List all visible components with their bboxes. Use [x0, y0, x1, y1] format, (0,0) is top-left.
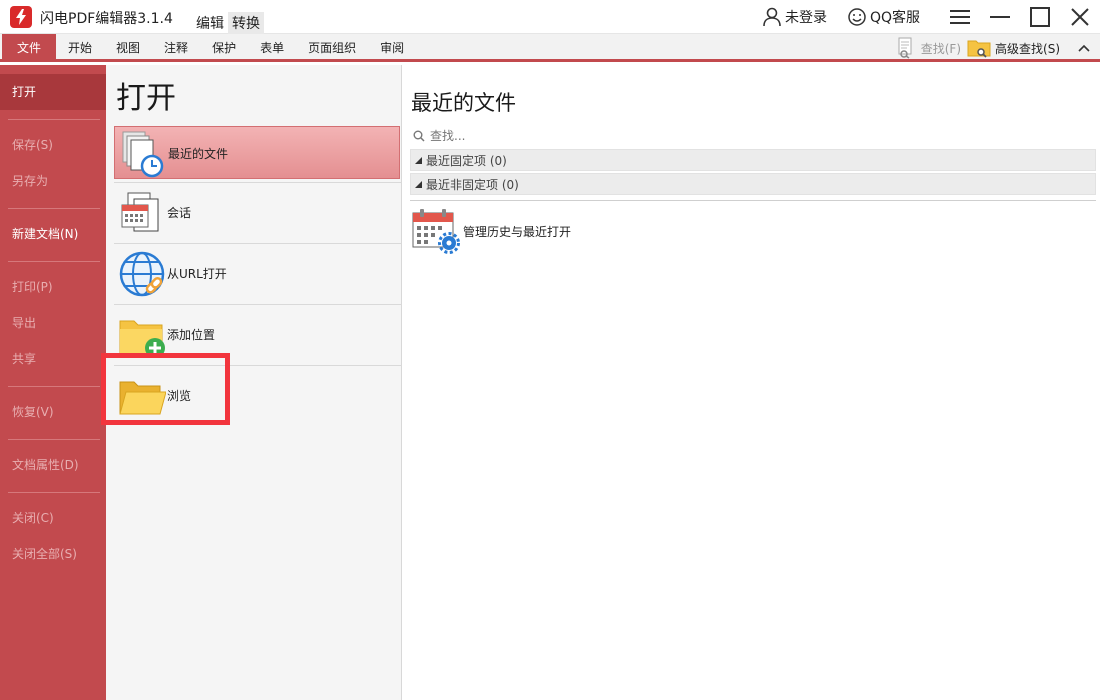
sidebar-item-export[interactable]: 导出 [0, 305, 106, 341]
find-label: 查找(F) [920, 41, 962, 56]
menu-page-organize[interactable]: 页面组织 [296, 34, 368, 62]
sidebar-divider [8, 261, 100, 262]
user-icon [763, 7, 781, 27]
minimize-icon [990, 16, 1010, 18]
manage-history-button[interactable]: 管理历史与最近打开 [411, 207, 611, 255]
open-item-recent-files[interactable]: 最近的文件 [114, 126, 400, 179]
search-icon [413, 130, 425, 142]
hamburger-icon [950, 10, 970, 24]
recent-files-panel: 最近的文件 最近固定项 (0) 最近非固定项 (0) 管理历史与最近打开 [403, 65, 1100, 700]
sidebar-item-restore[interactable]: 恢复(V) [0, 394, 106, 430]
sidebar-item-open[interactable]: 打开 [0, 74, 106, 110]
open-divider [114, 304, 402, 305]
globe-link-icon [119, 251, 165, 297]
session-calendar-icon [121, 192, 159, 232]
chevron-up-icon [1078, 44, 1090, 52]
sidebar-item-close-all[interactable]: 关闭全部(S) [0, 536, 106, 572]
calendar-settings-icon [412, 209, 460, 254]
file-sidebar: 打开 保存(S) 另存为 新建文档(N) 打印(P) 导出 共享 恢复(V) 文… [0, 65, 106, 700]
advanced-find-button[interactable]: 高级查找(S) [967, 37, 1060, 59]
login-button[interactable]: 未登录 [762, 7, 827, 27]
open-item-label: 添加位置 [167, 328, 216, 342]
advanced-find-label: 高级查找(S) [995, 41, 1060, 56]
mode-tab-convert[interactable]: 转换 [228, 12, 264, 34]
open-divider [114, 182, 402, 183]
open-item-label: 从URL打开 [167, 267, 227, 281]
sidebar-divider [8, 119, 100, 120]
recent-search-input[interactable] [430, 129, 630, 143]
group-recent-pinned[interactable]: 最近固定项 (0) [410, 149, 1096, 171]
menu-file[interactable]: 文件 [2, 34, 57, 62]
open-item-label: 会话 [167, 206, 192, 220]
sidebar-divider [8, 386, 100, 387]
group-recent-unpinned[interactable]: 最近非固定项 (0) [410, 173, 1096, 195]
find-document-icon [898, 37, 912, 59]
app-logo-icon [10, 6, 32, 28]
open-divider [114, 243, 402, 244]
qq-support-button[interactable]: QQ客服 [847, 7, 920, 27]
sidebar-item-save-as[interactable]: 另存为 [0, 163, 106, 199]
manage-history-label: 管理历史与最近打开 [463, 225, 572, 239]
open-item-open-from-url[interactable]: 从URL打开 [114, 247, 400, 300]
group-label: 最近非固定项 (0) [426, 177, 519, 192]
menu-review[interactable]: 审阅 [368, 34, 416, 62]
browse-highlight-box [101, 353, 230, 425]
mode-tabs: 编辑 转换 [192, 12, 264, 34]
maximize-button[interactable] [1020, 0, 1060, 34]
recent-files-icon [122, 131, 164, 178]
sidebar-item-save[interactable]: 保存(S) [0, 127, 106, 163]
close-button[interactable] [1060, 0, 1100, 34]
collapse-triangle-icon [415, 156, 422, 164]
title-bar: 闪电PDF编辑器3.1.4 编辑 转换 未登录 QQ客服 [0, 0, 1100, 34]
smiley-icon [848, 8, 866, 26]
minimize-button[interactable] [980, 0, 1020, 34]
recent-search [413, 129, 630, 143]
sidebar-item-document-properties[interactable]: 文档属性(D) [0, 447, 106, 483]
menu-bar: 文件 开始 视图 注释 保护 表单 页面组织 审阅 查找(F) 高级查找(S) [0, 34, 1100, 62]
qq-support-label: QQ客服 [869, 10, 920, 26]
open-item-session[interactable]: 会话 [114, 186, 400, 239]
sidebar-item-share[interactable]: 共享 [0, 341, 106, 377]
sidebar-divider [8, 492, 100, 493]
sidebar-item-print[interactable]: 打印(P) [0, 269, 106, 305]
menu-protect[interactable]: 保护 [200, 34, 248, 62]
recent-divider [410, 200, 1096, 201]
menu-view[interactable]: 视图 [104, 34, 152, 62]
close-icon [1071, 8, 1089, 26]
advanced-find-folder-icon [967, 40, 991, 58]
sidebar-item-close[interactable]: 关闭(C) [0, 500, 106, 536]
menu-annotate[interactable]: 注释 [152, 34, 200, 62]
open-heading: 打开 [116, 81, 176, 116]
group-label: 最近固定项 (0) [426, 153, 507, 168]
menu-start[interactable]: 开始 [56, 34, 104, 62]
menu-form[interactable]: 表单 [248, 34, 296, 62]
collapse-ribbon-button[interactable] [1074, 41, 1094, 55]
sidebar-item-new-document[interactable]: 新建文档(N) [0, 216, 106, 252]
sidebar-divider [8, 439, 100, 440]
login-label: 未登录 [784, 10, 827, 26]
folder-add-icon [119, 320, 165, 358]
menu-button[interactable] [940, 0, 980, 34]
maximize-icon [1030, 7, 1050, 27]
collapse-triangle-icon [415, 180, 422, 188]
mode-tab-edit[interactable]: 编辑 [192, 12, 228, 34]
recent-files-heading: 最近的文件 [411, 91, 516, 115]
open-item-label: 最近的文件 [168, 147, 229, 161]
find-button[interactable]: 查找(F) [895, 37, 961, 59]
app-title: 闪电PDF编辑器3.1.4 [40, 11, 173, 27]
sidebar-divider [8, 208, 100, 209]
